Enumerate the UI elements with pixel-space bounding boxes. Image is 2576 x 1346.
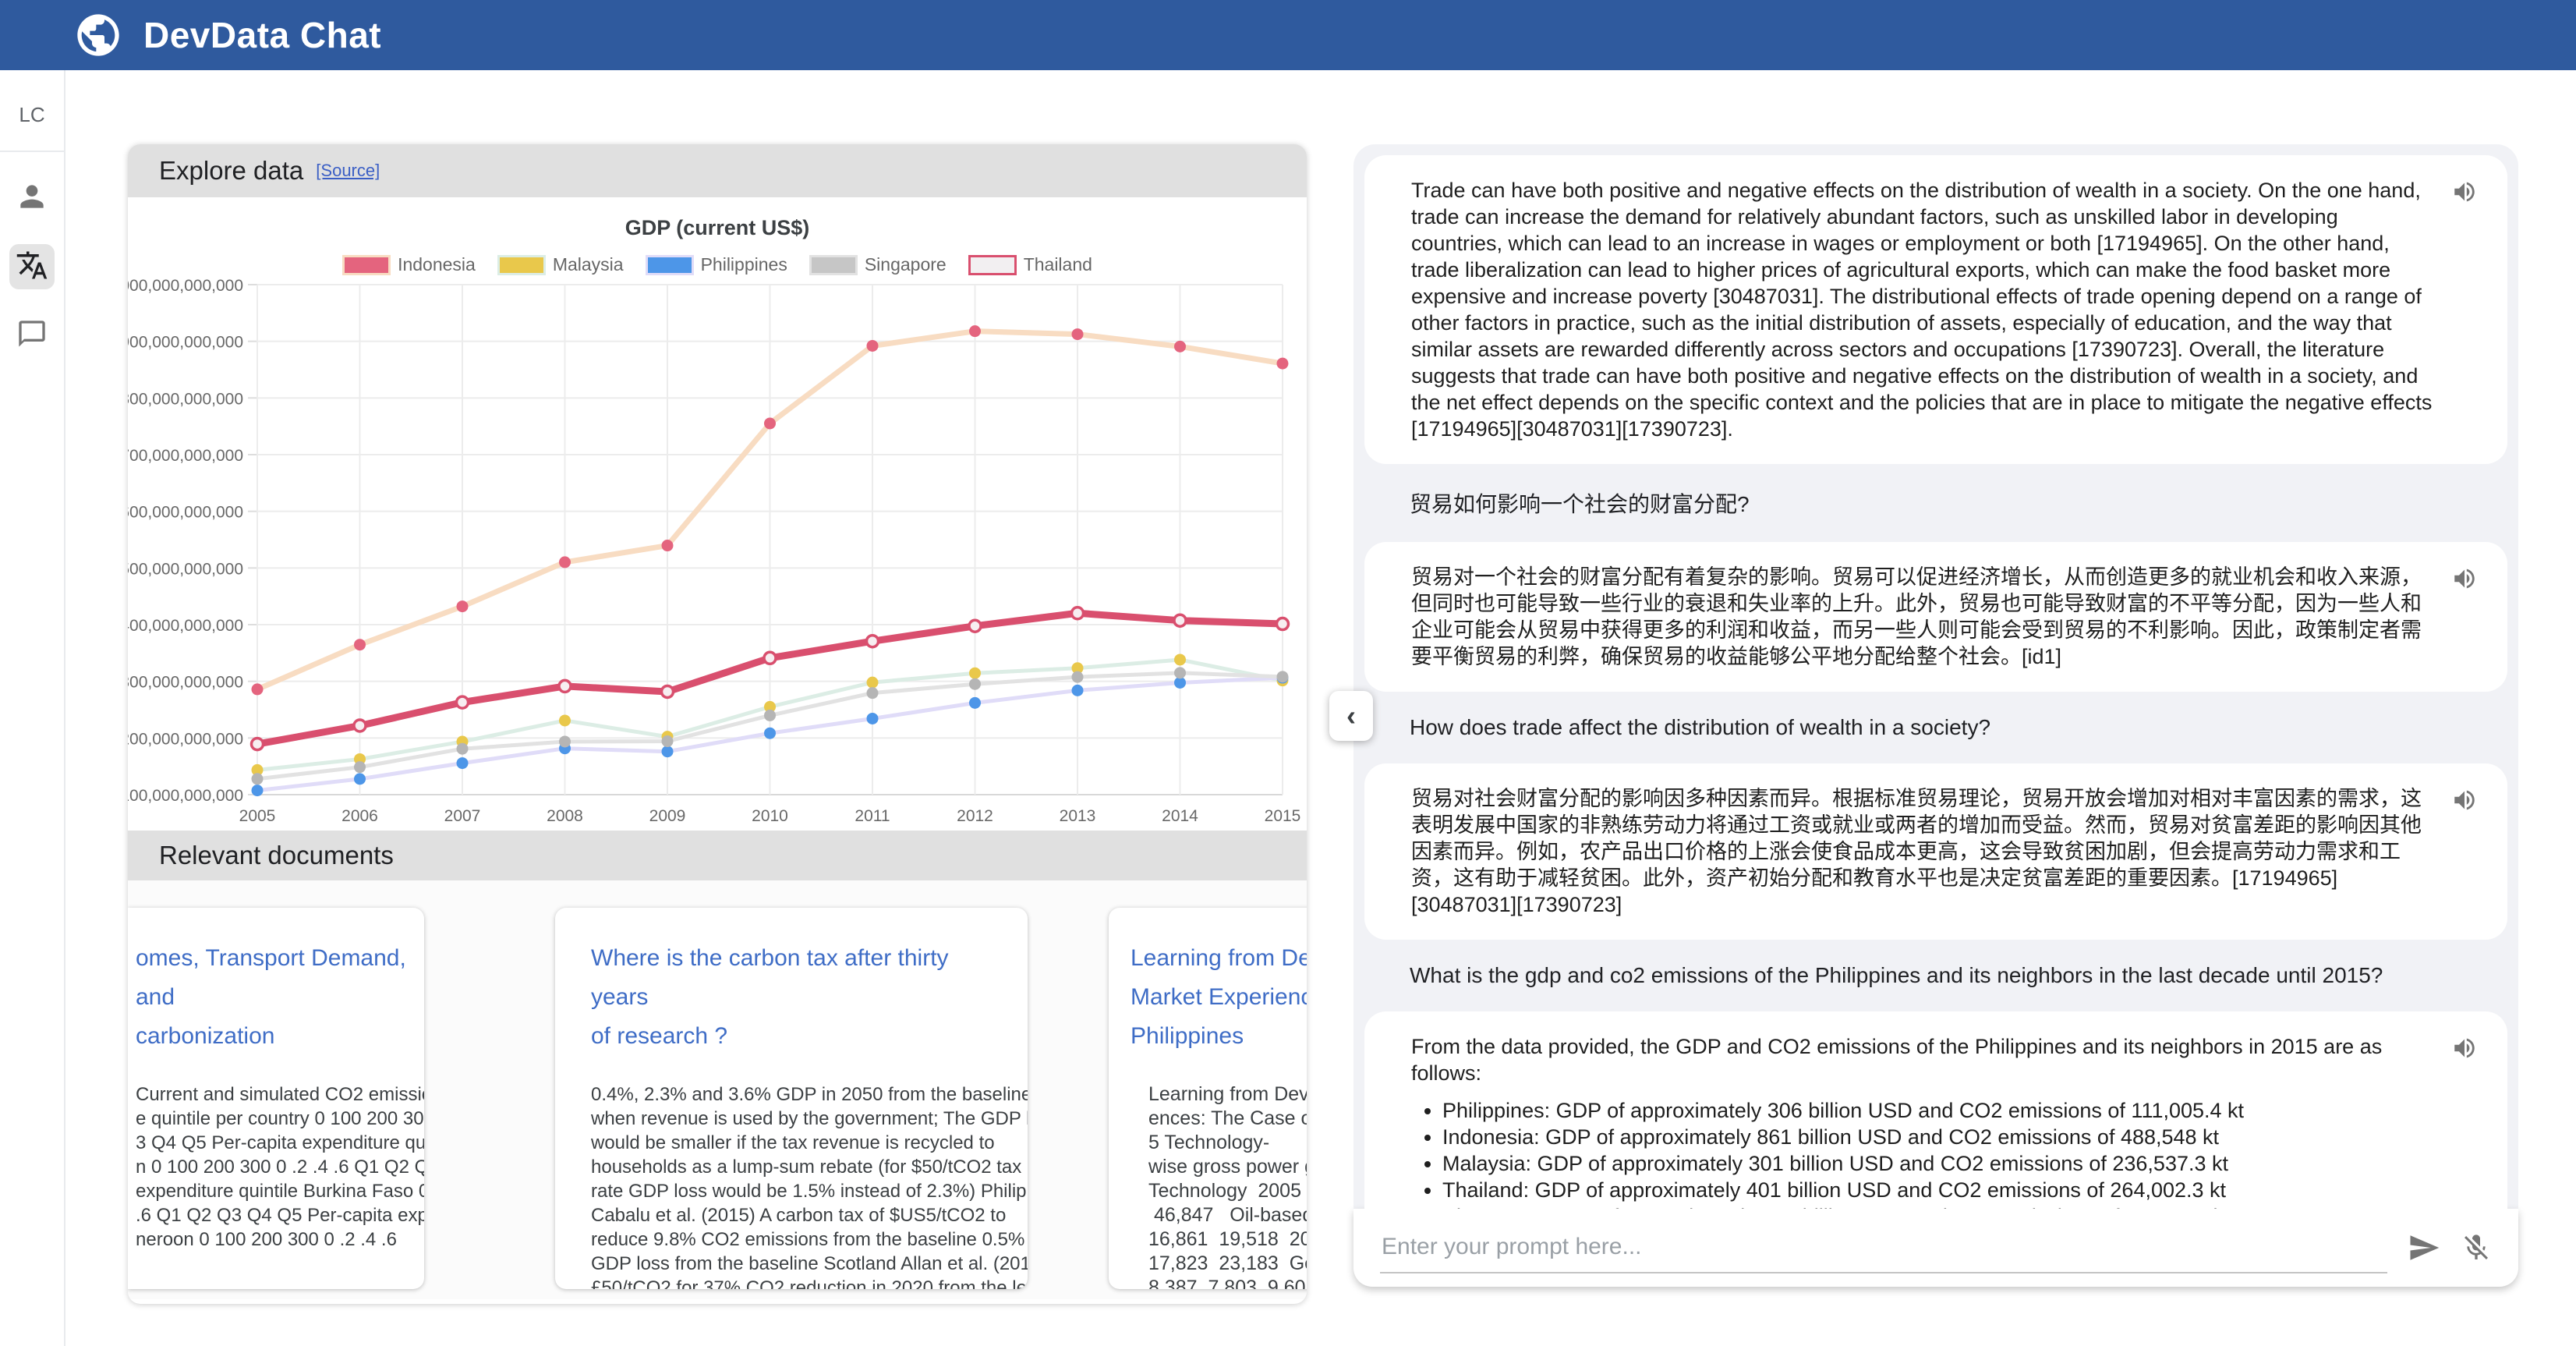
svg-text:2007: 2007 bbox=[444, 807, 481, 825]
legend-label: Indonesia bbox=[398, 254, 476, 275]
bot-message: 贸易对社会财富分配的影响因多种因素而异。根据标准贸易理论，贸易开放会增加对相对丰… bbox=[1364, 763, 2507, 940]
document-snippet: Current and simulated CO2 emissions per … bbox=[136, 1082, 412, 1252]
bullet-item: Malaysia: GDP of approximately 301 billi… bbox=[1442, 1150, 2433, 1177]
document-title-link[interactable]: omes, Transport Demand, and carbonizatio… bbox=[136, 939, 412, 1056]
bullet-item: Thailand: GDP of approximately 401 billi… bbox=[1442, 1177, 2433, 1203]
user-question: What is the gdp and co2 emissions of the… bbox=[1410, 963, 2507, 988]
gdp-chart: 1,000,000,000,000 900,000,000,000 800,000,… bbox=[128, 275, 1307, 831]
svg-text:2012: 2012 bbox=[957, 807, 993, 825]
document-card: Learning from De Market Experienc Philip… bbox=[1109, 908, 1307, 1289]
explore-title: Explore data bbox=[159, 156, 303, 186]
svg-text:2009: 2009 bbox=[649, 807, 686, 825]
svg-text:400,000,000,000: 400,000,000,000 bbox=[128, 617, 243, 635]
sidebar-divider bbox=[0, 151, 65, 152]
app-header: DevData Chat bbox=[0, 0, 2576, 70]
svg-text:2006: 2006 bbox=[341, 807, 378, 825]
legend-label: Malaysia bbox=[553, 254, 624, 275]
bot-message-text: From the data provided, the GDP and CO2 … bbox=[1411, 1033, 2433, 1086]
mic-off-button[interactable] bbox=[2461, 1232, 2492, 1263]
legend-item-malaysia[interactable]: Malaysia bbox=[497, 254, 624, 275]
svg-text:100,000,000,000: 100,000,000,000 bbox=[128, 787, 243, 805]
svg-text:2010: 2010 bbox=[752, 807, 788, 825]
document-card: omes, Transport Demand, and carbonizatio… bbox=[128, 908, 424, 1289]
legend-label: Singapore bbox=[865, 254, 947, 275]
legend-swatch bbox=[968, 255, 1017, 275]
explore-panel: Explore data [Source] GDP (current US$) … bbox=[128, 144, 1307, 1304]
document-card: Where is the carbon tax after thirty yea… bbox=[555, 908, 1028, 1289]
bot-message: Trade can have both positive and negativ… bbox=[1364, 155, 2507, 464]
bot-message: From the data provided, the GDP and CO2 … bbox=[1364, 1011, 2507, 1209]
collapse-chat-button[interactable]: ‹ bbox=[1329, 691, 1373, 741]
svg-text:2011: 2011 bbox=[855, 807, 890, 825]
legend-item-indonesia[interactable]: Indonesia bbox=[342, 254, 476, 275]
svg-text:2005: 2005 bbox=[239, 807, 276, 825]
svg-text:500,000,000,000: 500,000,000,000 bbox=[128, 560, 243, 578]
document-snippet: Learning from Develo ences: The Case of … bbox=[1148, 1082, 1307, 1289]
chat-panel: Trade can have both positive and negativ… bbox=[1353, 144, 2518, 1287]
chart-title: GDP (current US$) bbox=[128, 216, 1307, 240]
legend-item-philippines[interactable]: Philippines bbox=[646, 254, 787, 275]
chart-legend: Indonesia Malaysia Philippines Singapore Tha… bbox=[128, 254, 1307, 275]
legend-item-thailand[interactable]: Thailand bbox=[968, 254, 1092, 275]
bullet-item: Singapore: GDP of approximately 308 bill… bbox=[1442, 1203, 2433, 1209]
send-button[interactable] bbox=[2408, 1231, 2440, 1264]
prompt-input[interactable] bbox=[1380, 1222, 2387, 1273]
relevant-documents-header: Relevant documents bbox=[128, 831, 1307, 880]
user-question: 贸易如何影响一个社会的财富分配? bbox=[1410, 487, 2507, 519]
person-icon bbox=[15, 179, 49, 218]
legend-swatch bbox=[809, 255, 858, 275]
user-question: How does trade affect the distribution o… bbox=[1410, 715, 2507, 740]
legend-swatch bbox=[646, 255, 694, 275]
document-title-link[interactable]: Where is the carbon tax after thirty yea… bbox=[591, 939, 992, 1056]
speaker-icon[interactable] bbox=[2451, 565, 2478, 592]
chat-message-list: Trade can have both positive and negativ… bbox=[1353, 144, 2518, 1209]
globe-logo-icon bbox=[73, 10, 123, 60]
sidebar: LC bbox=[0, 70, 65, 1346]
legend-swatch bbox=[342, 255, 391, 275]
bot-message-text: 贸易对社会财富分配的影响因多种因素而异。根据标准贸易理论，贸易开放会增加对相对丰… bbox=[1411, 785, 2433, 918]
app-title: DevData Chat bbox=[143, 14, 381, 56]
document-snippet: 0.4%, 2.3% and 3.6% GDP in 2050 from the… bbox=[591, 1082, 992, 1289]
speaker-icon[interactable] bbox=[2451, 1035, 2478, 1061]
bot-message: 贸易对一个社会的财富分配有着复杂的影响。贸易可以促进经济增长，从而创造更多的就业… bbox=[1364, 542, 2507, 692]
relevant-documents-list: omes, Transport Demand, and carbonizatio… bbox=[128, 880, 1307, 1299]
sidebar-item-chat[interactable] bbox=[9, 313, 55, 358]
legend-item-singapore[interactable]: Singapore bbox=[809, 254, 947, 275]
speaker-icon[interactable] bbox=[2451, 179, 2478, 205]
user-initials[interactable]: LC bbox=[19, 103, 44, 127]
svg-text:200,000,000,000: 200,000,000,000 bbox=[128, 730, 243, 748]
bot-message-text: Trade can have both positive and negativ… bbox=[1411, 177, 2433, 442]
svg-text:300,000,000,000: 300,000,000,000 bbox=[128, 674, 243, 692]
svg-text:2014: 2014 bbox=[1162, 807, 1198, 825]
speaker-icon[interactable] bbox=[2451, 787, 2478, 813]
bot-message-text: 贸易对一个社会的财富分配有着复杂的影响。贸易可以促进经济增长，从而创造更多的就业… bbox=[1411, 564, 2433, 670]
svg-text:600,000,000,000: 600,000,000,000 bbox=[128, 504, 243, 522]
svg-text:1,000,000,000,000: 1,000,000,000,000 bbox=[128, 277, 243, 295]
svg-text:2008: 2008 bbox=[547, 807, 583, 825]
translate-icon bbox=[16, 249, 48, 285]
sidebar-item-profile[interactable] bbox=[9, 175, 55, 221]
bot-message-bullet-list: Philippines: GDP of approximately 306 bi… bbox=[1411, 1097, 2433, 1209]
explore-header: Explore data [Source] bbox=[128, 144, 1307, 197]
legend-swatch bbox=[497, 255, 546, 275]
prompt-input-bar bbox=[1353, 1209, 2518, 1287]
chat-bubble-icon bbox=[16, 318, 48, 353]
svg-text:2013: 2013 bbox=[1060, 807, 1096, 825]
svg-text:800,000,000,000: 800,000,000,000 bbox=[128, 390, 243, 408]
svg-text:700,000,000,000: 700,000,000,000 bbox=[128, 447, 243, 465]
svg-text:2015: 2015 bbox=[1265, 807, 1301, 825]
bullet-item: Indonesia: GDP of approximately 861 bill… bbox=[1442, 1124, 2433, 1150]
document-title-link[interactable]: Learning from De Market Experienc Philip… bbox=[1131, 939, 1307, 1056]
legend-label: Philippines bbox=[701, 254, 787, 275]
sidebar-item-translate[interactable] bbox=[9, 244, 55, 289]
svg-text:900,000,000,000: 900,000,000,000 bbox=[128, 334, 243, 352]
source-link[interactable]: [Source] bbox=[316, 161, 380, 181]
bullet-item: Philippines: GDP of approximately 306 bi… bbox=[1442, 1097, 2433, 1124]
legend-label: Thailand bbox=[1024, 254, 1092, 275]
